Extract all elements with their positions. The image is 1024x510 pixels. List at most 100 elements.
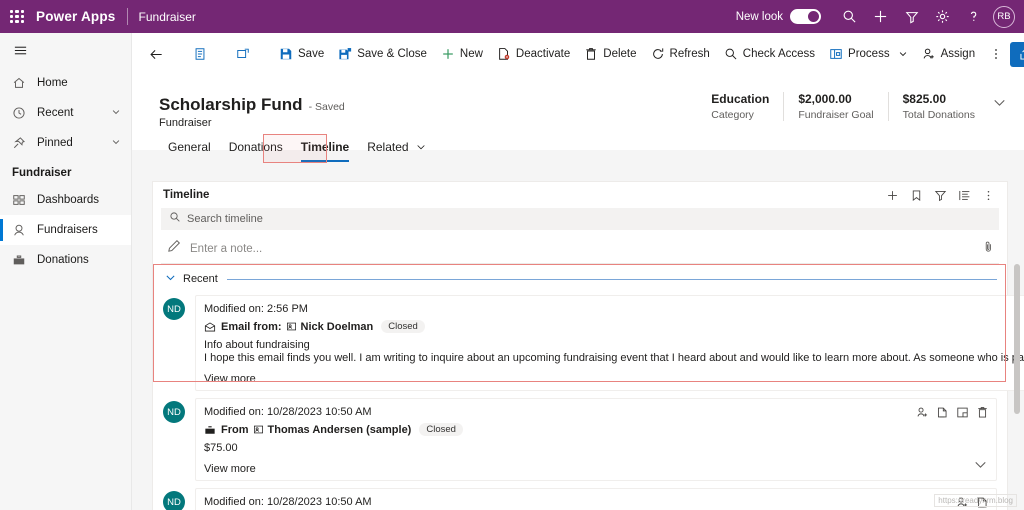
- sidebar-item-donations[interactable]: Donations: [0, 245, 131, 275]
- hamburger-icon[interactable]: [0, 33, 40, 68]
- chevron-down-icon[interactable]: [165, 270, 176, 288]
- refresh-button[interactable]: Refresh: [644, 40, 717, 69]
- user-avatar[interactable]: RB: [993, 6, 1015, 28]
- plus-icon[interactable]: [865, 3, 896, 31]
- bookmark-icon[interactable]: [905, 184, 927, 206]
- brand-label[interactable]: Power Apps: [36, 9, 116, 24]
- app-launcher-icon[interactable]: [10, 10, 24, 24]
- form-selector-button[interactable]: [186, 40, 219, 69]
- popout-button[interactable]: [229, 40, 262, 69]
- back-button[interactable]: [142, 40, 176, 69]
- tab-donations[interactable]: Donations: [220, 133, 292, 162]
- email-preview-text: I hope this email finds you well. I am w…: [204, 352, 1024, 364]
- filter-icon[interactable]: [929, 184, 951, 206]
- more-commands-button[interactable]: [982, 40, 1010, 69]
- sidebar-item-fundraisers[interactable]: Fundraisers: [0, 215, 131, 245]
- dashboard-icon: [12, 193, 32, 207]
- process-label: Process: [848, 48, 890, 60]
- paperclip-icon[interactable]: [982, 240, 995, 258]
- header-field-value: $2,000.00: [798, 92, 873, 106]
- sidebar-item-label: Fundraisers: [37, 224, 98, 236]
- note-input-row[interactable]: Enter a note...: [161, 234, 999, 264]
- timeline-card[interactable]: Modified on: 10/28/2023 10:50 AM From Ma…: [195, 488, 997, 510]
- save-button[interactable]: Save: [272, 40, 331, 69]
- tab-active-underline: [301, 160, 349, 162]
- sort-icon[interactable]: [953, 184, 975, 206]
- timeline-card[interactable]: Modified on: 10/28/2023 10:50 AM From Th…: [195, 398, 997, 481]
- plus-icon[interactable]: [881, 184, 903, 206]
- tab-related[interactable]: Related: [358, 133, 434, 162]
- contact-name[interactable]: Nick Doelman: [301, 321, 374, 333]
- refresh-label: Refresh: [670, 48, 710, 60]
- modified-on-label: Modified on: 2:56 PM: [204, 303, 1024, 315]
- check-access-label: Check Access: [743, 48, 815, 60]
- header-field-label: Category: [711, 109, 769, 121]
- more-vertical-icon: [989, 47, 1003, 61]
- check-access-button[interactable]: Check Access: [717, 40, 822, 69]
- chevron-down-icon[interactable]: [111, 107, 121, 120]
- app-name-label[interactable]: Fundraiser: [139, 10, 196, 24]
- save-and-close-button[interactable]: Save & Close: [331, 40, 434, 69]
- save-and-close-label: Save & Close: [357, 48, 427, 60]
- save-icon: [279, 47, 293, 61]
- question-icon[interactable]: [958, 3, 989, 31]
- trash-icon[interactable]: [976, 406, 989, 419]
- modified-on-label: Modified on: 10/28/2023 10:50 AM: [204, 406, 988, 418]
- convert-icon[interactable]: [936, 406, 949, 419]
- fundraiser-icon: [12, 223, 32, 237]
- assign-icon[interactable]: [916, 406, 929, 419]
- saved-state: - Saved: [309, 101, 345, 113]
- delete-button[interactable]: Delete: [577, 40, 643, 69]
- timeline-group-recent[interactable]: Recent: [153, 270, 1007, 288]
- search-input[interactable]: Search timeline: [161, 208, 999, 230]
- pencil-icon: [167, 239, 181, 258]
- watermark: https://readyxrm.blog: [934, 494, 1017, 507]
- contact-name[interactable]: Thomas Andersen (sample): [268, 424, 412, 436]
- assign-button[interactable]: Assign: [915, 40, 983, 69]
- sidebar-item-pinned[interactable]: Pinned: [0, 128, 131, 158]
- share-button[interactable]: Share: [1010, 42, 1024, 67]
- header-field-label: Total Donations: [903, 109, 975, 121]
- form-tabs: General Donations Timeline Related: [132, 132, 435, 162]
- top-navigation-bar: Power Apps Fundraiser New look RB: [0, 0, 1024, 33]
- header-field-fundraiser-goal[interactable]: $2,000.00 Fundraiser Goal: [784, 92, 888, 121]
- entity-name: Fundraiser: [159, 117, 212, 129]
- chevron-down-icon[interactable]: [898, 49, 908, 59]
- new-button[interactable]: New: [434, 40, 490, 69]
- new-look-toggle[interactable]: [790, 9, 821, 24]
- sidebar-item-dashboards[interactable]: Dashboards: [0, 185, 131, 215]
- donation-icon: [12, 253, 32, 267]
- tab-timeline[interactable]: Timeline: [292, 133, 358, 162]
- tab-general[interactable]: General: [159, 133, 220, 162]
- chevron-down-icon[interactable]: [993, 96, 1006, 114]
- sidebar-item-recent[interactable]: Recent: [0, 98, 131, 128]
- chevron-down-icon[interactable]: [111, 137, 121, 150]
- search-icon[interactable]: [834, 3, 865, 31]
- tab-label: General: [168, 140, 211, 154]
- subject-label: Email from:: [221, 321, 282, 333]
- expand-chevron-icon[interactable]: [974, 458, 987, 476]
- header-field-category[interactable]: Education Category: [697, 92, 784, 121]
- divider: [227, 279, 997, 280]
- timeline-item-email[interactable]: ND Modified on: 2:56 PM Email from: Nick…: [153, 288, 1007, 391]
- timeline-title: Timeline: [163, 189, 209, 201]
- view-more-link[interactable]: View more: [204, 373, 1024, 385]
- timeline-card[interactable]: Modified on: 2:56 PM Email from: Nick Do…: [195, 295, 1024, 391]
- timeline-item-donation-thomas[interactable]: ND Modified on: 10/28/2023 10:50 AM From…: [153, 391, 1007, 481]
- scrollbar-thumb[interactable]: [1014, 264, 1020, 414]
- timeline-item-donation-maria[interactable]: ND Modified on: 10/28/2023 10:50 AM From…: [153, 481, 1007, 510]
- header-field-total-donations[interactable]: $825.00 Total Donations: [889, 92, 989, 121]
- process-button[interactable]: Process: [822, 40, 915, 69]
- view-more-link[interactable]: View more: [204, 463, 988, 475]
- open-record-icon[interactable]: [956, 406, 969, 419]
- more-vertical-icon[interactable]: [977, 184, 999, 206]
- gear-icon[interactable]: [927, 3, 958, 31]
- timeline-scrollbar[interactable]: [1013, 182, 1022, 510]
- timeline-card-actions: [916, 406, 989, 419]
- sidebar-item-home[interactable]: Home: [0, 68, 131, 98]
- filter-icon[interactable]: [896, 3, 927, 31]
- search-placeholder: Search timeline: [187, 213, 263, 225]
- refresh-icon: [651, 47, 665, 61]
- deactivate-button[interactable]: Deactivate: [490, 40, 577, 69]
- chevron-down-icon[interactable]: [416, 142, 426, 152]
